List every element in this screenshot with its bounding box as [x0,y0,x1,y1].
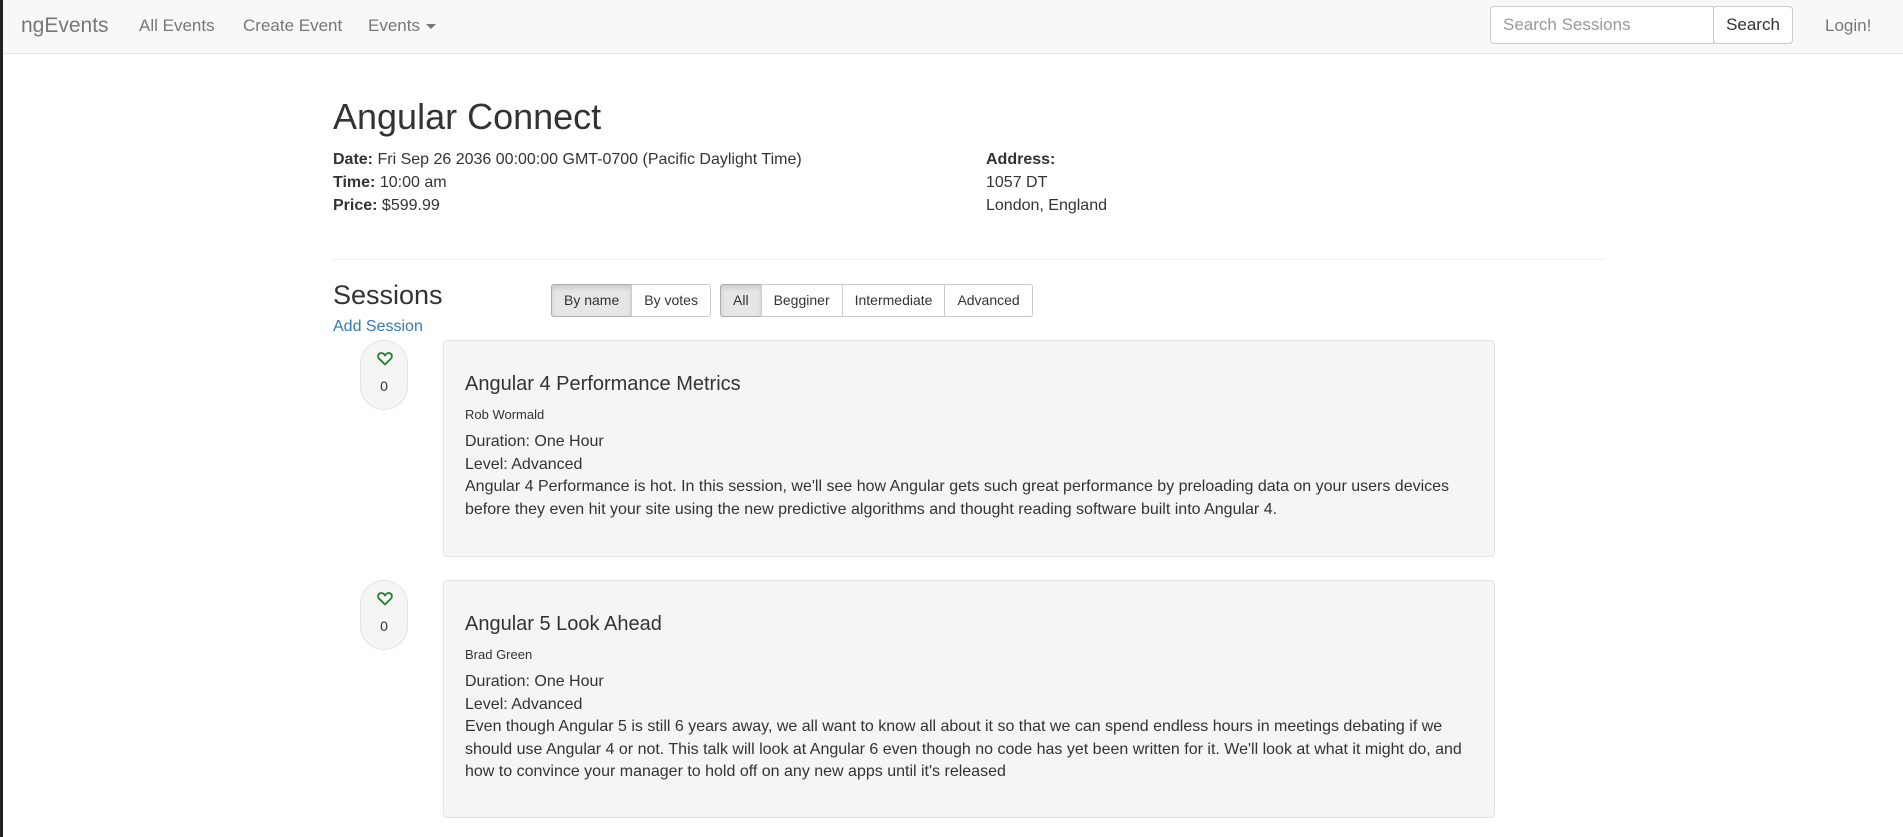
price-value: $599.99 [381,197,440,214]
add-session-link[interactable]: Add Session [333,318,423,336]
sessions-title: Sessions [333,280,443,310]
vote-count: 0 [380,618,388,634]
address-line-1: 1057 DT [986,174,1048,191]
session-name: Angular 4 Performance Metrics [465,373,741,395]
brand-link[interactable]: ngEvents [21,14,109,38]
search-button[interactable]: Search [1713,6,1793,44]
session-level: Level: Advanced [465,695,583,713]
event-address: Address: 1057 DT London, England [986,148,1107,217]
time-label: Time: [333,174,376,191]
divider [333,259,1605,260]
nav-create-event[interactable]: Create Event [243,16,342,36]
filter-beginner-button[interactable]: Begginer [760,284,843,317]
date-value: Fri Sep 26 2036 00:00:00 GMT-0700 (Pacif… [377,151,802,168]
search-input[interactable] [1490,6,1714,44]
nav-events-dropdown[interactable]: Events [368,16,436,36]
session-duration: Duration: One Hour [465,433,604,450]
heart-icon[interactable] [377,351,393,366]
event-details: Date: Fri Sep 26 2036 00:00:00 GMT-0700 … [333,148,802,217]
window-left-edge [0,0,3,837]
session-card: Angular 4 Performance Metrics Rob Wormal… [443,340,1495,557]
address-line-2: London, England [986,197,1107,214]
session-level: Level: Advanced [465,455,583,473]
event-date: Date: Fri Sep 26 2036 00:00:00 GMT-0700 … [333,148,802,171]
session-presenter: Brad Green [465,647,533,662]
sort-by-votes-button[interactable]: By votes [631,284,711,317]
session-duration: Duration: One Hour [465,673,604,690]
date-label: Date: [333,151,374,168]
event-title: Angular Connect [333,96,602,137]
session-card: Angular 5 Look Ahead Brad Green Duration… [443,580,1495,818]
sort-by-name-button[interactable]: By name [551,284,633,317]
filter-all-button[interactable]: All [720,284,762,317]
address-label: Address: [986,151,1056,168]
navbar: ngEvents All Events Create Event Events … [3,0,1903,54]
nav-all-events[interactable]: All Events [139,16,215,36]
vote-count: 0 [380,378,388,394]
session-name: Angular 5 Look Ahead [465,613,662,635]
filter-button-group: All Begginer Intermediate Advanced [720,284,1033,317]
filter-advanced-button[interactable]: Advanced [944,284,1033,317]
vote-widget: 0 [360,580,408,650]
login-link[interactable]: Login! [1825,16,1871,36]
nav-events-label: Events [368,16,420,35]
heart-icon[interactable] [377,591,393,606]
session-abstract: Angular 4 Performance is hot. In this se… [465,478,1450,518]
time-value: 10:00 am [379,174,447,191]
vote-widget: 0 [360,340,408,410]
price-label: Price: [333,197,378,214]
event-price: Price: $599.99 [333,194,802,217]
event-time: Time: 10:00 am [333,171,802,194]
sort-button-group: By name By votes [551,284,711,317]
caret-down-icon [425,24,436,30]
filter-intermediate-button[interactable]: Intermediate [841,284,946,317]
session-presenter: Rob Wormald [465,407,545,422]
session-abstract: Even though Angular 5 is still 6 years a… [465,718,1462,780]
